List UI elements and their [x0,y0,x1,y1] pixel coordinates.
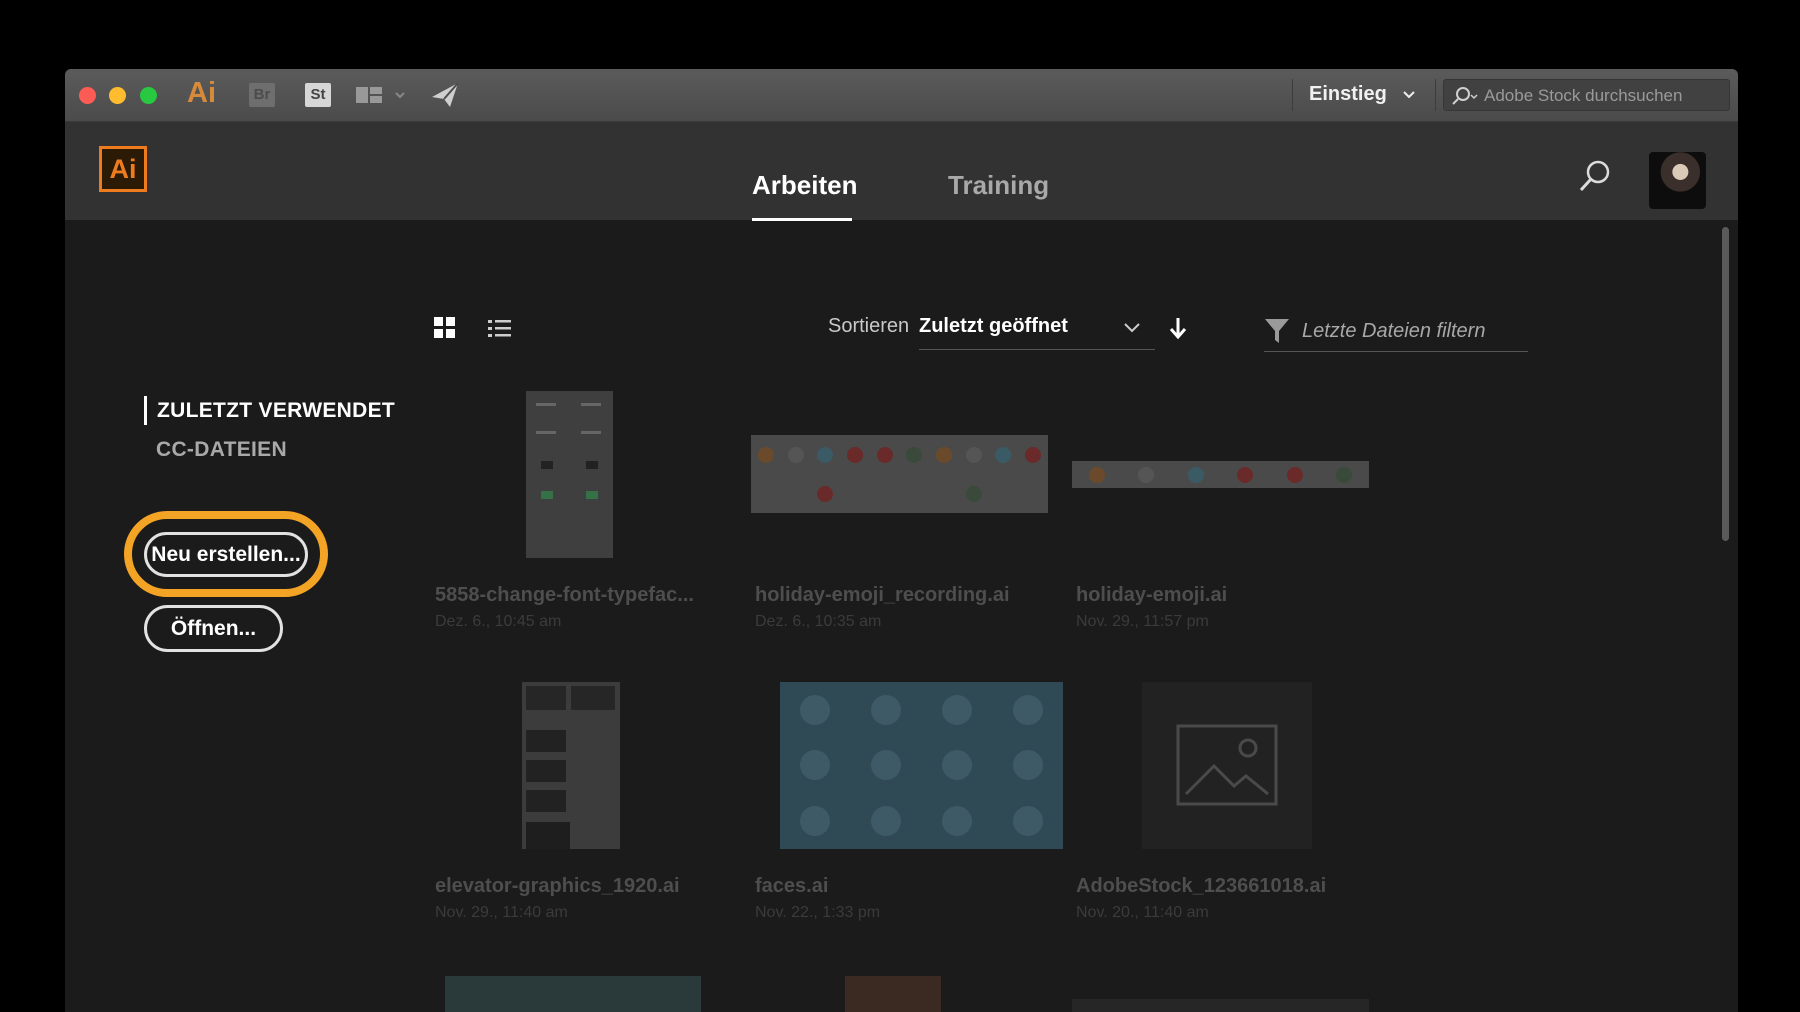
stock-search-box[interactable] [1443,79,1730,111]
tab-training[interactable]: Training [948,170,1049,201]
file-thumbnail [1072,682,1372,852]
file-name: holiday-emoji_recording.ai [755,584,1010,606]
close-window-button[interactable] [79,87,96,104]
file-name: 5858-change-font-typefac... [435,584,694,606]
chevron-down-icon [1124,323,1140,333]
file-thumbnail[interactable] [845,976,941,1012]
tab-arbeiten[interactable]: Arbeiten [752,170,857,201]
list-view-icon[interactable] [488,318,512,345]
app-header: Ai Arbeiten Training [65,122,1738,221]
search-icon [1452,87,1478,105]
file-thumbnail [431,391,711,561]
file-name: AdobeStock_123661018.ai [1076,875,1327,897]
divider [1435,79,1436,111]
file-name: faces.ai [755,875,829,897]
file-thumbnail[interactable] [445,976,701,1012]
sort-direction-arrow-icon[interactable] [1169,317,1187,344]
illustrator-logo: Ai [99,146,147,192]
rocket-icon[interactable] [430,81,460,114]
workspace-label: Einstieg [1309,83,1387,105]
file-thumbnail[interactable] [1072,999,1369,1012]
user-avatar[interactable] [1649,152,1706,209]
file-date: Nov. 20., 11:40 am [1076,904,1209,921]
app-glyph: Ai [187,77,216,109]
open-file-button[interactable]: Öffnen... [144,605,283,652]
file-name: holiday-emoji.ai [1076,584,1228,606]
image-placeholder-icon [1176,724,1278,806]
file-date: Dez. 6., 10:35 am [755,613,882,630]
illustrator-window: Ai Br St Einstieg Adobe Stock durchsuche… [65,69,1738,1012]
file-date: Nov. 29., 11:57 pm [1076,613,1209,630]
filter-icon [1265,319,1289,343]
bridge-button[interactable]: Br [249,83,275,107]
scrollbar-thumb[interactable] [1722,227,1729,541]
nav-active-indicator [144,396,147,425]
titlebar: Ai Br St Einstieg [65,69,1738,122]
sort-value: Zuletzt geöffnet [919,315,1068,337]
file-date: Nov. 22., 1:33 pm [755,904,881,921]
nav-cc-dateien[interactable]: CC-DATEIEN [156,438,287,462]
workspace-switcher[interactable]: Einstieg [1309,83,1416,106]
maximize-window-button[interactable] [140,87,157,104]
active-tab-indicator [752,218,852,221]
filter-input[interactable] [1300,316,1524,346]
sort-dropdown[interactable]: Zuletzt geöffnet [919,312,1155,350]
grid-view-icon[interactable] [434,317,456,344]
layout-icon [356,87,405,103]
chevron-down-icon [1403,91,1416,99]
file-date: Nov. 29., 11:40 am [435,904,568,921]
minimize-window-button[interactable] [109,87,126,104]
file-thumbnail [751,391,1051,561]
file-thumbnail [751,682,1071,852]
file-thumbnail [1072,391,1372,561]
new-file-button[interactable]: Neu erstellen... [144,532,308,577]
sort-label: Sortieren [828,315,910,337]
stock-button[interactable]: St [305,83,331,107]
stock-search-input[interactable] [1482,83,1726,109]
divider [1292,79,1293,111]
file-name: elevator-graphics_1920.ai [435,875,680,897]
nav-zuletzt-verwendet[interactable]: ZULETZT VERWENDET [157,399,395,423]
file-date: Dez. 6., 10:45 am [435,613,562,630]
file-thumbnail [431,682,711,852]
filter-field[interactable] [1264,312,1528,352]
search-icon[interactable] [1578,159,1612,198]
arrange-documents-button[interactable] [356,84,416,111]
